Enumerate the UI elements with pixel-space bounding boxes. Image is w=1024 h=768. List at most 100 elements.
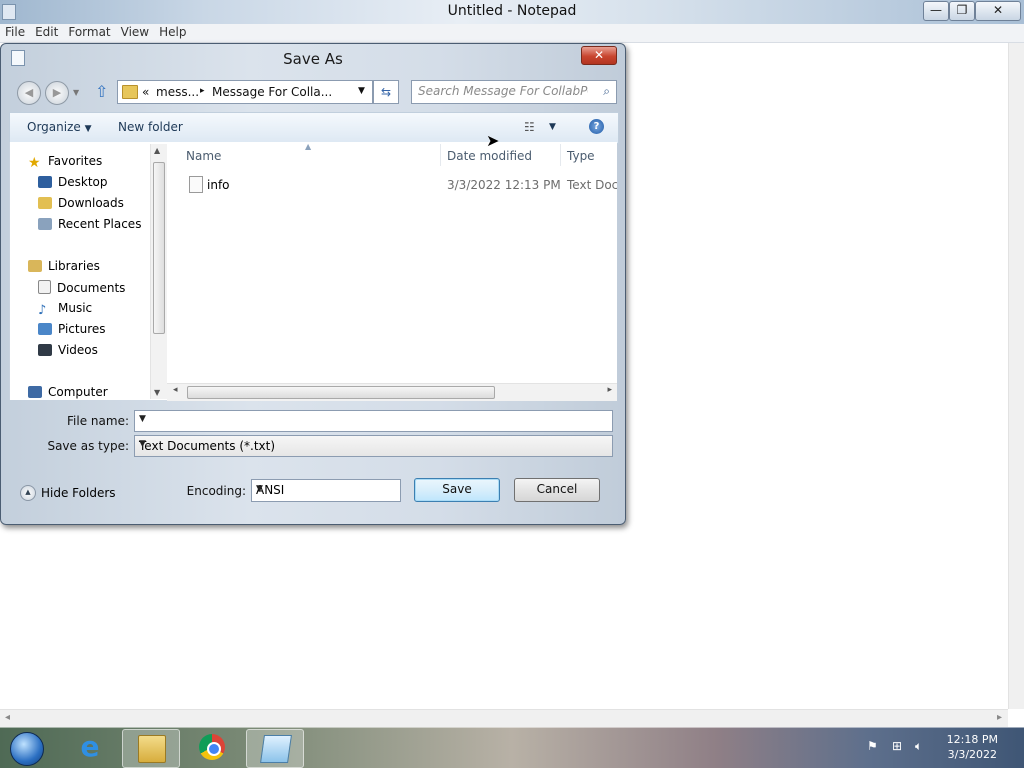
- nav-desktop[interactable]: Desktop: [38, 175, 108, 189]
- dialog-title: Save As: [283, 50, 343, 68]
- folder-icon: [138, 735, 166, 763]
- navigation-scroll-thumb[interactable]: [153, 162, 165, 334]
- file-list-scroll-thumb[interactable]: [187, 386, 495, 399]
- taskbar-internet-explorer[interactable]: e: [62, 729, 118, 766]
- close-window-button[interactable]: ✕: [975, 1, 1021, 21]
- notepad-menu-bar: File Edit Format View Help: [0, 24, 1024, 43]
- encoding-select[interactable]: ANSI ▼: [251, 479, 401, 502]
- scroll-left-arrow-icon[interactable]: ◂: [5, 712, 10, 723]
- dialog-close-button[interactable]: ✕: [581, 46, 617, 65]
- file-name-dropdown-icon[interactable]: ▼: [139, 414, 609, 424]
- nav-libraries[interactable]: Libraries: [28, 259, 100, 273]
- breadcrumb-current[interactable]: Message For Colla...: [212, 85, 332, 99]
- scroll-down-arrow-icon[interactable]: ▼: [154, 388, 160, 397]
- save-as-type-dropdown-icon[interactable]: ▼: [139, 439, 609, 449]
- pictures-icon: [38, 323, 52, 335]
- address-bar[interactable]: « mess... ▸ Message For Colla... ▼: [117, 80, 373, 104]
- taskbar-windows-explorer[interactable]: [122, 729, 180, 768]
- up-arrow-icon[interactable]: ⇧: [95, 82, 108, 101]
- organize-label: Organize: [27, 120, 81, 134]
- nav-pictures[interactable]: Pictures: [38, 322, 106, 336]
- new-folder-button[interactable]: New folder: [118, 120, 183, 134]
- column-date-modified[interactable]: Date modified: [447, 149, 532, 163]
- computer-icon: [28, 386, 42, 398]
- back-button[interactable]: ◀: [17, 81, 41, 105]
- column-type[interactable]: Type: [567, 149, 595, 163]
- scroll-right-arrow-icon[interactable]: ▸: [997, 712, 1002, 723]
- save-button[interactable]: Save: [414, 478, 500, 502]
- system-clock[interactable]: 12:18 PM 3/3/2022: [947, 732, 998, 762]
- volume-icon[interactable]: 🔈︎: [915, 739, 922, 754]
- nav-favorites[interactable]: ★ Favorites: [28, 154, 102, 171]
- scroll-right-arrow-icon[interactable]: ▸: [607, 385, 612, 395]
- forward-button[interactable]: ▶: [45, 81, 69, 105]
- views-dropdown-icon[interactable]: ▼: [549, 122, 556, 132]
- notepad-icon: [260, 735, 292, 763]
- search-icon[interactable]: ⌕: [603, 84, 610, 99]
- notepad-title-bar[interactable]: Untitled - Notepad — ❐ ✕: [0, 0, 1024, 24]
- nav-computer[interactable]: Computer: [28, 385, 108, 399]
- nav-downloads[interactable]: Downloads: [38, 196, 124, 210]
- column-divider[interactable]: [560, 144, 561, 166]
- clock-date: 3/3/2022: [947, 748, 998, 761]
- file-name-field[interactable]: ▼: [134, 410, 613, 432]
- chevron-down-icon: ▼: [84, 124, 92, 134]
- documents-icon: [38, 280, 51, 294]
- breadcrumb-parent[interactable]: mess...: [156, 85, 199, 99]
- file-type: Text Docu: [567, 178, 617, 192]
- notepad-window-title: Untitled - Notepad: [447, 3, 577, 19]
- refresh-icon[interactable]: ⇆: [373, 80, 399, 104]
- organize-button[interactable]: Organize ▼: [27, 120, 92, 134]
- nav-documents[interactable]: Documents: [38, 280, 125, 295]
- minimize-button[interactable]: —: [923, 1, 949, 21]
- nav-videos[interactable]: Videos: [38, 343, 98, 357]
- encoding-dropdown-icon[interactable]: ▼: [256, 484, 397, 494]
- nav-recent-places-label: Recent Places: [58, 217, 142, 231]
- menu-view[interactable]: View: [116, 24, 154, 40]
- network-icon[interactable]: ⊞: [892, 739, 902, 753]
- column-divider[interactable]: [440, 144, 441, 166]
- file-name-label: File name:: [67, 414, 129, 428]
- start-button[interactable]: [0, 729, 54, 766]
- windows-orb-icon: [10, 732, 44, 766]
- save-as-dialog: Save As ✕ ◀ ▶ ▼ ⇧ « mess... ▸ Message Fo…: [0, 43, 626, 525]
- scroll-left-arrow-icon[interactable]: ◂: [173, 385, 178, 395]
- search-box[interactable]: ⌕: [411, 80, 617, 104]
- libraries-icon: [28, 260, 42, 272]
- column-name[interactable]: Name: [186, 149, 221, 163]
- recent-places-icon: [38, 218, 52, 230]
- address-dropdown-icon[interactable]: ▼: [358, 86, 365, 96]
- taskbar-notepad[interactable]: [246, 729, 304, 768]
- taskbar-google-chrome[interactable]: [184, 729, 240, 766]
- notepad-vertical-scrollbar[interactable]: [1008, 43, 1024, 709]
- nav-recent-places[interactable]: Recent Places: [38, 217, 141, 231]
- menu-edit[interactable]: Edit: [30, 24, 63, 40]
- file-name[interactable]: info: [207, 178, 230, 192]
- nav-music[interactable]: ♪ Music: [38, 301, 92, 318]
- breadcrumb-overflow[interactable]: «: [142, 85, 149, 99]
- views-icon[interactable]: ☷: [524, 120, 535, 134]
- scroll-up-arrow-icon[interactable]: ▲: [154, 146, 160, 155]
- search-input[interactable]: [418, 84, 588, 98]
- menu-file[interactable]: File: [0, 24, 30, 40]
- recent-locations-icon[interactable]: ▼: [73, 88, 79, 97]
- menu-help[interactable]: Help: [154, 24, 191, 40]
- navigation-scrollbar[interactable]: ▲ ▼: [150, 144, 167, 399]
- breadcrumb-separator-icon[interactable]: ▸: [200, 86, 205, 96]
- internet-explorer-icon: e: [80, 730, 100, 763]
- menu-format[interactable]: Format: [63, 24, 115, 40]
- save-as-type-select[interactable]: Text Documents (*.txt) ▼: [134, 435, 613, 457]
- notepad-horizontal-scrollbar[interactable]: ◂ ▸: [0, 709, 1008, 727]
- action-center-flag-icon[interactable]: ⚑: [867, 739, 878, 753]
- hide-folders-button[interactable]: Hide Folders: [41, 486, 116, 500]
- command-bar: Organize ▼ New folder ☷ ▼ ?: [9, 112, 619, 144]
- help-icon[interactable]: ?: [589, 119, 604, 134]
- music-icon: ♪: [38, 303, 47, 318]
- nav-videos-label: Videos: [58, 343, 98, 357]
- save-as-type-label: Save as type:: [47, 439, 129, 453]
- maximize-button[interactable]: ❐: [949, 1, 975, 21]
- mouse-cursor-icon: ➤: [486, 131, 500, 150]
- file-list-horizontal-scrollbar[interactable]: ◂ ▸: [167, 383, 617, 401]
- cancel-button[interactable]: Cancel: [514, 478, 600, 502]
- hide-folders-icon[interactable]: ▲: [20, 485, 36, 501]
